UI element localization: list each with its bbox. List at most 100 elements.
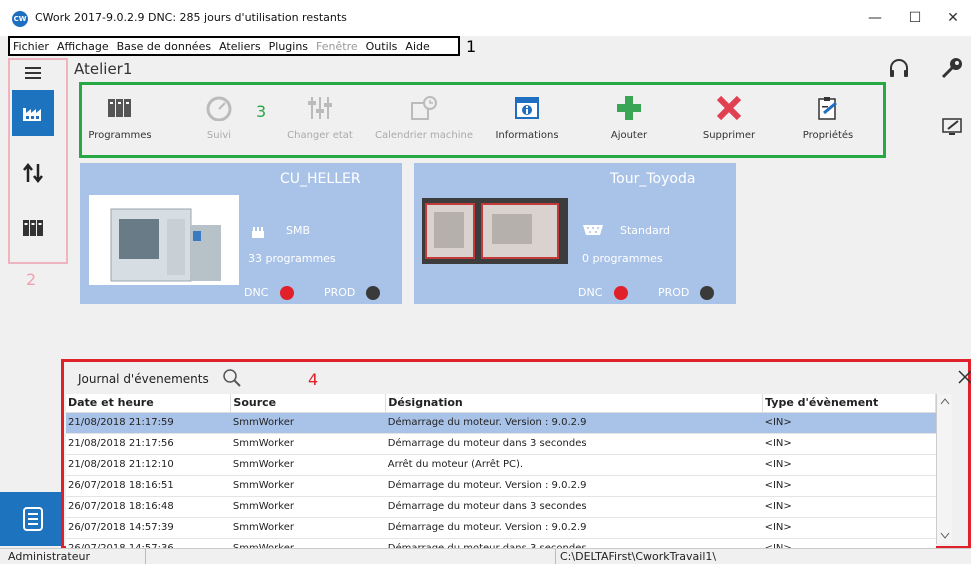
menu-ateliers[interactable]: Ateliers <box>219 40 261 53</box>
cell-designation: Arrêt du moteur (Arrêt PC). <box>385 454 763 476</box>
close-button[interactable]: ✕ <box>938 6 968 30</box>
cell-date: 26/07/2018 18:16:51 <box>66 475 231 497</box>
machine-card[interactable]: CU_HELLER SMB 33 programmes DNC PROD <box>80 163 402 304</box>
event-journal-panel: Journal d'évenements 4 Date et heure Sou… <box>61 359 971 560</box>
table-header-row: Date et heure Source Désignation Type d'… <box>66 394 936 413</box>
suivi-label: Suivi <box>206 130 232 141</box>
table-row[interactable]: 26/07/2018 18:16:48 SmmWorker Démarrage du… <box>66 496 936 518</box>
dnc-label: DNC <box>578 286 603 299</box>
machine-name: CU_HELLER <box>280 171 361 187</box>
machine-photo <box>89 195 239 285</box>
table-row[interactable]: 21/08/2018 21:12:10 SmmWorker Arrêt du mot… <box>66 454 936 476</box>
machine-toolbar: Programmes Suivi Changer etat Calendrier… <box>79 82 886 158</box>
menu-aide[interactable]: Aide <box>405 40 429 53</box>
table-row[interactable]: 26/07/2018 14:57:39 SmmWorker Démarrage du… <box>66 517 936 539</box>
supprimer-label: Supprimer <box>702 130 756 141</box>
informations-button[interactable]: Informations <box>477 85 577 155</box>
cell-source: SmmWorker <box>230 433 386 455</box>
cell-designation: Démarrage du moteur dans 3 secondes <box>385 433 763 455</box>
programmes-button[interactable]: Programmes <box>70 85 170 155</box>
monitor-edit-icon[interactable] <box>942 116 964 141</box>
table-row[interactable]: 21/08/2018 21:17:56 SmmWorker Démarrage du… <box>66 433 936 455</box>
column-header-date[interactable]: Date et heure <box>66 394 232 413</box>
transfer-arrows-icon <box>23 162 43 184</box>
cell-date: 21/08/2018 21:12:10 <box>66 454 231 476</box>
calendrier-machine-button: Calendrier machine <box>374 85 474 155</box>
minimize-button[interactable]: — <box>860 6 890 30</box>
key-icon[interactable] <box>940 56 964 83</box>
search-icon[interactable] <box>222 368 242 388</box>
machine-card[interactable]: Tour_Toyoda Standard 0 programmes DNC PR… <box>414 163 736 304</box>
cell-date: 26/07/2018 18:16:48 <box>66 496 231 518</box>
menu-outils[interactable]: Outils <box>366 40 398 53</box>
hamburger-icon[interactable] <box>12 58 54 88</box>
headset-icon[interactable] <box>888 58 910 83</box>
cell-designation: Démarrage du moteur. Version : 9.0.2.9 <box>385 517 763 539</box>
cell-type: <IN> <box>762 517 936 539</box>
column-header-type[interactable]: Type d'évènement <box>762 394 936 413</box>
supprimer-button[interactable]: Supprimer <box>679 85 779 155</box>
cell-source: SmmWorker <box>230 412 386 434</box>
cell-type: <IN> <box>762 475 936 497</box>
machine-program-count: 33 programmes <box>248 252 336 265</box>
cell-source: SmmWorker <box>230 517 386 539</box>
sidebar-item-journal[interactable] <box>0 492 66 546</box>
sidebar-item-programs[interactable] <box>12 205 54 251</box>
machine-protocol: SMB <box>286 224 311 237</box>
workshop-title: Atelier1 <box>74 60 133 78</box>
cell-date: 21/08/2018 21:17:56 <box>66 433 231 455</box>
prod-label: PROD <box>658 286 690 299</box>
dnc-status-indicator <box>614 286 628 300</box>
table-row[interactable]: 21/08/2018 21:17:59 SmmWorker Démarrage du… <box>66 412 936 434</box>
prod-label: PROD <box>324 286 356 299</box>
column-header-designation[interactable]: Désignation <box>385 394 764 413</box>
annotation-4: 4 <box>308 370 319 389</box>
dnc-label: DNC <box>244 286 269 299</box>
status-bar: Administrateur C:\DELTAFirst\CworkTravai… <box>0 548 971 564</box>
vertical-scrollbar[interactable] <box>936 394 952 544</box>
menu-fenetre: Fenêtre <box>316 39 358 53</box>
maximize-button[interactable]: ☐ <box>900 6 930 30</box>
sliders-icon <box>308 97 332 119</box>
network-share-icon <box>252 227 264 238</box>
cell-date: 26/07/2018 14:57:39 <box>66 517 231 539</box>
plus-icon <box>617 96 641 120</box>
status-path: C:\DELTAFirst\CworkTravail1\ <box>560 550 717 563</box>
menu-bar: Fichier Affichage Base de données Atelie… <box>8 36 460 56</box>
clipboard-edit-icon <box>818 97 837 120</box>
cell-date: 21/08/2018 21:17:59 <box>66 412 231 434</box>
column-header-source[interactable]: Source <box>230 394 387 413</box>
annotation-2: 2 <box>26 270 37 289</box>
machine-protocol: Standard <box>620 224 671 237</box>
scroll-down-icon[interactable] <box>940 532 950 540</box>
calendar-clock-icon <box>411 96 437 120</box>
scroll-up-icon[interactable] <box>940 397 950 405</box>
journal-icon <box>23 507 43 531</box>
status-user: Administrateur <box>8 550 90 563</box>
cell-type: <IN> <box>762 496 936 518</box>
changer-etat-button: Changer etat <box>270 85 370 155</box>
suivi-button: Suivi <box>169 85 269 155</box>
ajouter-label: Ajouter <box>610 130 648 141</box>
menu-affichage[interactable]: Affichage <box>57 40 109 53</box>
cell-designation: Démarrage du moteur dans 3 secondes <box>385 496 763 518</box>
dnc-status-indicator <box>280 286 294 300</box>
table-row[interactable]: 26/07/2018 18:16:51 SmmWorker Démarrage du… <box>66 475 936 497</box>
proprietes-button[interactable]: Propriétés <box>778 85 878 155</box>
sidebar-item-transfer[interactable] <box>12 150 54 196</box>
machine-name: Tour_Toyoda <box>610 171 696 187</box>
menu-fichier[interactable]: Fichier <box>13 40 49 53</box>
app-icon: CW <box>12 11 28 27</box>
cell-type: <IN> <box>762 433 936 455</box>
binders-icon <box>108 99 131 117</box>
sidebar-item-machines[interactable] <box>12 90 54 136</box>
cell-designation: Démarrage du moteur. Version : 9.0.2.9 <box>385 412 763 434</box>
menu-base-de-donnees[interactable]: Base de données <box>117 40 211 53</box>
informations-label: Informations <box>495 130 559 141</box>
ajouter-button[interactable]: Ajouter <box>579 85 679 155</box>
window-title: CWork 2017-9.0.2.9 DNC: 285 jours d'util… <box>35 11 347 24</box>
close-icon[interactable] <box>958 370 971 384</box>
menu-plugins[interactable]: Plugins <box>269 40 308 53</box>
delete-x-icon <box>716 95 742 121</box>
cell-source: SmmWorker <box>230 496 386 518</box>
